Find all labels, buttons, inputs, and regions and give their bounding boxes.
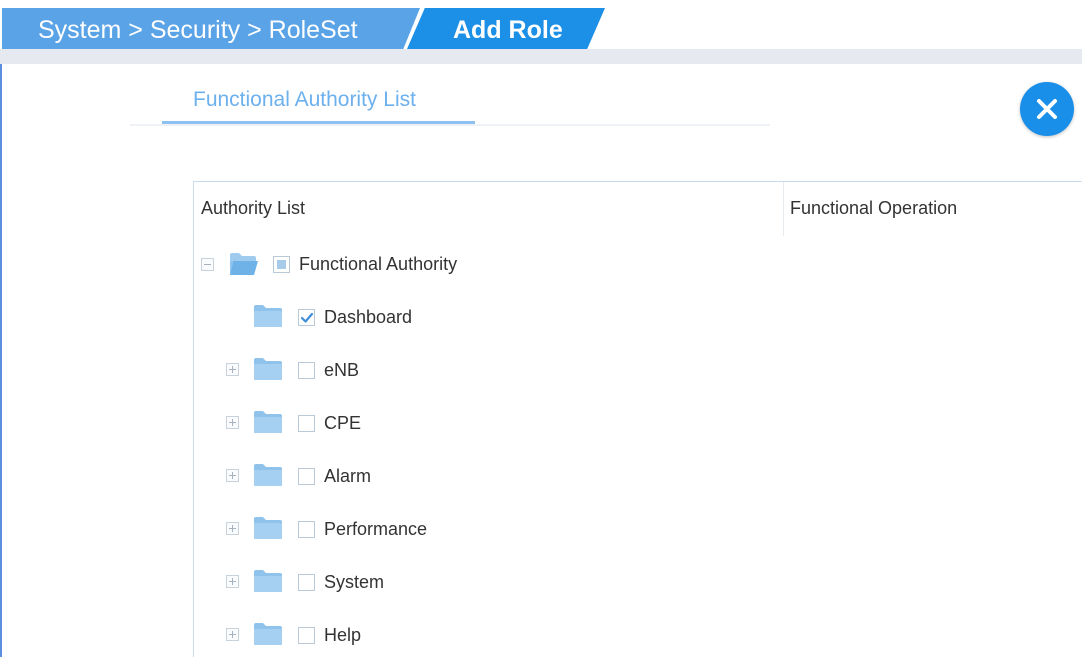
folder-icon — [254, 623, 282, 645]
title-underline — [162, 121, 475, 124]
expand-toggle[interactable] — [226, 575, 239, 588]
folder-icon — [254, 517, 282, 539]
expand-toggle[interactable] — [226, 469, 239, 482]
alarm-checkbox[interactable] — [298, 468, 315, 485]
column-header-authority: Authority List — [201, 198, 306, 218]
tree-item-label[interactable]: Dashboard — [324, 306, 412, 328]
expand-toggle[interactable] — [226, 416, 239, 429]
dashboard-checkbox[interactable] — [298, 309, 315, 326]
expand-toggle[interactable] — [226, 628, 239, 641]
tree-item-label[interactable]: eNB — [324, 359, 359, 381]
folder-icon — [254, 411, 282, 433]
header-strip — [0, 49, 1082, 64]
cpe-checkbox[interactable] — [298, 415, 315, 432]
breadcrumb-path[interactable]: System > Security > RoleSet — [38, 14, 358, 46]
folder-icon — [254, 358, 282, 380]
header-bar: System > Security > RoleSet Add Role — [0, 0, 1082, 64]
tree-item-label[interactable]: Alarm — [324, 465, 371, 487]
root-checkbox[interactable] — [273, 256, 290, 273]
collapse-toggle[interactable] — [201, 258, 214, 271]
column-header-operation: Functional Operation — [790, 198, 958, 218]
expand-toggle[interactable] — [226, 522, 239, 535]
expand-toggle[interactable] — [226, 363, 239, 376]
column-divider — [783, 182, 784, 236]
tree-item-label[interactable]: CPE — [324, 412, 361, 434]
folder-open-icon — [230, 253, 258, 275]
tree-item-label[interactable]: Performance — [324, 518, 427, 540]
tree-root-label[interactable]: Functional Authority — [299, 253, 457, 275]
help-checkbox[interactable] — [298, 627, 315, 644]
breadcrumb-current: Add Role — [453, 16, 563, 44]
title-divider — [130, 124, 770, 126]
tree-item-label[interactable]: Help — [324, 624, 361, 646]
system-checkbox[interactable] — [298, 574, 315, 591]
folder-icon — [254, 570, 282, 592]
close-icon — [1037, 99, 1057, 119]
folder-icon — [254, 305, 282, 327]
tree-item-label[interactable]: System — [324, 571, 384, 593]
section-title: Functional Authority List — [193, 88, 416, 111]
enb-checkbox[interactable] — [298, 362, 315, 379]
checkmark-icon — [300, 312, 314, 323]
performance-checkbox[interactable] — [298, 521, 315, 538]
folder-icon — [254, 464, 282, 486]
close-button[interactable] — [1020, 82, 1074, 136]
